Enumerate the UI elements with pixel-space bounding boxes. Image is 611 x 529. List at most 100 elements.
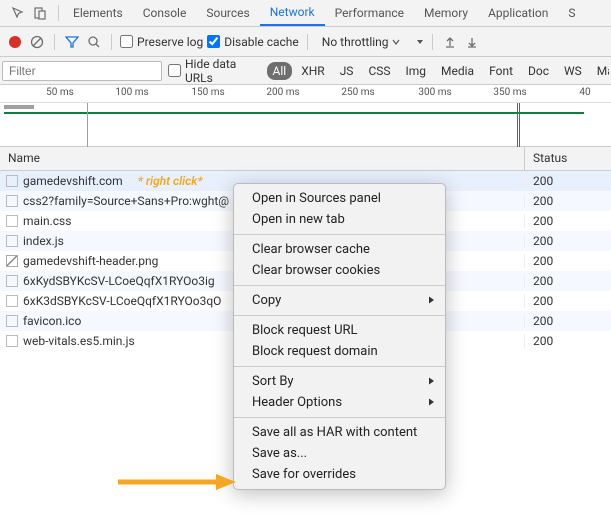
hide-data-urls-checkbox[interactable]: Hide data URLs <box>168 57 261 85</box>
file-icon <box>6 315 18 327</box>
submenu-arrow-icon <box>428 374 435 389</box>
file-icon <box>6 215 18 227</box>
download-icon[interactable] <box>463 33 481 51</box>
separator <box>58 5 59 21</box>
clear-icon[interactable] <box>28 33 46 51</box>
request-name: web-vitals.es5.min.js <box>23 334 135 348</box>
timeline-tick: 200 ms <box>266 87 299 98</box>
status-cell: 200 <box>525 214 611 228</box>
preserve-log-checkbox[interactable]: Preserve log <box>120 35 203 49</box>
status-cell: 200 <box>525 274 611 288</box>
chevron-down-icon[interactable] <box>416 38 424 46</box>
menu-separator <box>234 285 445 286</box>
tab-application[interactable]: Application <box>478 0 558 26</box>
timeline-tick: 100 ms <box>115 87 148 98</box>
timeline[interactable]: 50 ms 100 ms 150 ms 200 ms 250 ms 300 ms 350 m… <box>0 85 611 147</box>
filter-types: AllXHRJSCSSImgMediaFontDocWSManif <box>267 62 609 80</box>
submenu-arrow-icon <box>428 293 435 308</box>
timeline-tick: 250 ms <box>341 87 374 98</box>
filter-type-media[interactable]: Media <box>435 62 480 80</box>
menu-item[interactable]: Clear browser cookies <box>234 260 445 281</box>
menu-item[interactable]: Save for overrides <box>234 464 445 485</box>
filter-type-manif[interactable]: Manif <box>591 62 609 80</box>
menu-item[interactable]: Header Options <box>234 392 445 413</box>
menu-separator <box>234 315 445 316</box>
tab-network[interactable]: Network <box>260 0 325 26</box>
request-name: main.css <box>23 214 71 228</box>
filter-input[interactable] <box>2 61 162 81</box>
filter-type-font[interactable]: Font <box>483 62 519 80</box>
filter-type-css[interactable]: CSS <box>362 62 396 80</box>
file-icon <box>6 295 18 307</box>
status-cell: 200 <box>525 314 611 328</box>
filter-type-img[interactable]: Img <box>400 62 433 80</box>
network-toolbar: Preserve log Disable cache No throttling <box>0 27 611 57</box>
status-cell: 200 <box>525 194 611 208</box>
disable-cache-checkbox[interactable]: Disable cache <box>207 35 299 49</box>
request-name: css2?family=Source+Sans+Pro:wght@ <box>23 194 229 208</box>
filter-type-doc[interactable]: Doc <box>522 62 555 80</box>
menu-separator <box>234 417 445 418</box>
menu-item[interactable]: Open in new tab <box>234 209 445 230</box>
file-icon <box>6 175 18 187</box>
menu-item[interactable]: Save as... <box>234 443 445 464</box>
request-name: favicon.ico <box>23 314 81 328</box>
request-name: index.js <box>23 234 64 248</box>
image-icon <box>6 255 18 267</box>
request-name: gamedevshift.com <box>23 174 123 188</box>
file-icon <box>6 335 18 347</box>
annotation-label: * right click* <box>138 174 203 188</box>
status-cell: 200 <box>525 254 611 268</box>
tab-elements[interactable]: Elements <box>63 0 133 26</box>
status-cell: 200 <box>525 334 611 348</box>
menu-item[interactable]: Clear browser cache <box>234 239 445 260</box>
status-cell: 200 <box>525 174 611 188</box>
tab-s[interactable]: S <box>558 0 585 26</box>
menu-item[interactable]: Open in Sources panel <box>234 188 445 209</box>
separator <box>54 34 55 50</box>
record-button[interactable] <box>6 33 24 51</box>
filter-icon[interactable] <box>63 33 81 51</box>
request-name: 6xKydSBYKcSV-LCoeQqfX1RYOo3ig <box>23 274 215 288</box>
file-icon <box>6 195 18 207</box>
search-icon[interactable] <box>85 33 103 51</box>
device-icon[interactable] <box>32 5 48 21</box>
tab-memory[interactable]: Memory <box>414 0 478 26</box>
tab-performance[interactable]: Performance <box>325 0 414 26</box>
table-header: Name Status <box>0 147 611 171</box>
status-cell: 200 <box>525 294 611 308</box>
menu-separator <box>234 234 445 235</box>
column-status[interactable]: Status <box>525 147 611 170</box>
menu-item[interactable]: Block request URL <box>234 320 445 341</box>
timeline-tick: 40 <box>579 87 590 98</box>
menu-item[interactable]: Sort By <box>234 371 445 392</box>
menu-item[interactable]: Copy <box>234 290 445 311</box>
timeline-tick: 150 ms <box>191 87 224 98</box>
filter-type-js[interactable]: JS <box>334 62 360 80</box>
filter-type-xhr[interactable]: XHR <box>295 62 330 80</box>
timeline-tick: 50 ms <box>46 87 74 98</box>
upload-icon[interactable] <box>441 33 459 51</box>
tab-console[interactable]: Console <box>133 0 197 26</box>
request-name: gamedevshift-header.png <box>23 254 158 268</box>
menu-item[interactable]: Save all as HAR with content <box>234 422 445 443</box>
timeline-tick: 300 ms <box>418 87 451 98</box>
menu-item[interactable]: Block request domain <box>234 341 445 362</box>
separator <box>432 34 433 50</box>
file-icon <box>6 235 18 247</box>
request-name: 6xK3dSBYKcSV-LCoeQqfX1RYOo3qO <box>23 294 221 308</box>
filter-type-all[interactable]: All <box>267 62 293 80</box>
filter-type-ws[interactable]: WS <box>558 62 588 80</box>
separator <box>111 34 112 50</box>
menu-separator <box>234 366 445 367</box>
status-cell: 200 <box>525 234 611 248</box>
file-icon <box>6 275 18 287</box>
tab-strip: ElementsConsoleSourcesNetworkPerformance… <box>63 0 585 26</box>
tab-sources[interactable]: Sources <box>196 0 259 26</box>
column-name[interactable]: Name <box>0 147 525 170</box>
throttling-select[interactable]: No throttling <box>316 35 406 49</box>
filter-bar: Hide data URLs AllXHRJSCSSImgMediaFontDo… <box>0 57 611 85</box>
inspect-icon[interactable] <box>10 5 26 21</box>
panel-tabs: ElementsConsoleSourcesNetworkPerformance… <box>0 0 611 27</box>
timeline-tick: 350 ms <box>493 87 526 98</box>
